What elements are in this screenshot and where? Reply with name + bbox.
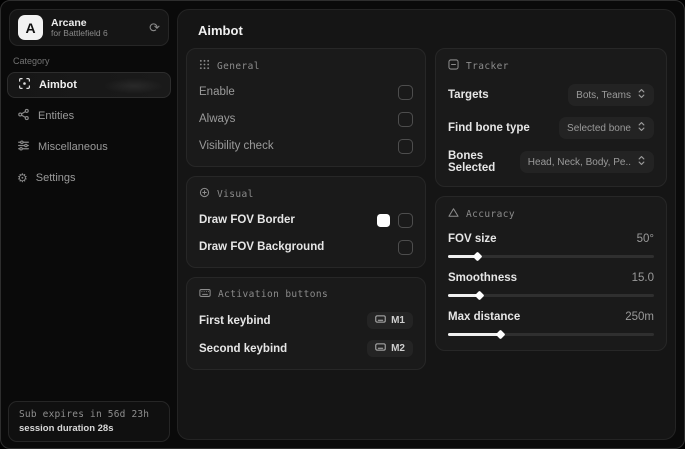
always-checkbox[interactable] — [398, 111, 413, 127]
bones-selected-select[interactable]: Head, Neck, Body, Pe.. — [519, 151, 654, 173]
setting-label: Visibility check — [199, 140, 274, 152]
slider-thumb[interactable] — [474, 290, 485, 301]
slider-value: 15.0 — [631, 272, 654, 284]
tracker-card: Tracker Targets Bots, Teams Find bone ty… — [435, 48, 667, 187]
setting-row: Enable — [199, 84, 413, 100]
setting-row: FOV size 50° — [448, 233, 654, 262]
sliders-icon — [17, 139, 30, 155]
second-keybind-button[interactable]: M2 — [367, 340, 413, 357]
slider-value: 250m — [625, 311, 654, 323]
keyboard-icon — [199, 288, 211, 301]
sidebar-item-settings[interactable]: ⚙ Settings — [7, 165, 171, 191]
setting-row: Second keybind M2 — [199, 340, 413, 357]
brand-logo: A — [18, 15, 43, 40]
brand-card: A Arcane for Battlefield 6 ⟳ — [9, 9, 169, 46]
page-title: Aimbot — [198, 23, 243, 38]
select-value: Bots, Teams — [576, 89, 631, 101]
slider-thumb[interactable] — [472, 251, 483, 262]
setting-row: Find bone type Selected bone — [448, 117, 654, 139]
setting-label: Targets — [448, 89, 489, 101]
setting-label: Smoothness — [448, 272, 518, 284]
session-duration-text: session duration 28s — [19, 423, 114, 434]
brand-name: Arcane — [51, 16, 87, 29]
max-distance-slider[interactable] — [448, 329, 654, 340]
card-title: Visual — [217, 188, 254, 200]
setting-row: Targets Bots, Teams — [448, 84, 654, 106]
fov-size-slider[interactable] — [448, 251, 654, 262]
draw-fov-background-checkbox[interactable] — [398, 239, 413, 255]
chevron-up-down-icon — [637, 88, 646, 102]
brand-subtitle: for Battlefield 6 — [51, 27, 108, 38]
chevron-up-down-icon — [637, 121, 646, 135]
setting-row: Draw FOV Background — [199, 239, 413, 255]
setting-label: First keybind — [199, 314, 271, 327]
draw-fov-border-checkbox[interactable] — [398, 212, 413, 228]
setting-row: Bones Selected Head, Neck, Body, Pe.. — [448, 150, 654, 174]
entities-icon — [17, 108, 30, 124]
sidebar: A Arcane for Battlefield 6 ⟳ Category Ai… — [1, 1, 177, 448]
card-title: General — [217, 60, 260, 72]
find-bone-type-select[interactable]: Selected bone — [559, 117, 654, 139]
visual-icon — [199, 187, 210, 201]
setting-label: Enable — [199, 86, 235, 98]
refresh-icon[interactable]: ⟳ — [149, 21, 160, 34]
subscription-card: Sub expires in 56d 23h session duration … — [8, 401, 170, 442]
general-card: General Enable Always Visibility check — [186, 48, 426, 167]
keyboard-icon — [375, 343, 386, 354]
card-title: Tracker — [466, 60, 509, 72]
category-label: Category — [13, 56, 50, 66]
sidebar-item-label: Aimbot — [39, 79, 77, 91]
select-value: Head, Neck, Body, Pe.. — [527, 156, 631, 168]
card-title: Activation buttons — [218, 289, 329, 300]
visibility-check-checkbox[interactable] — [398, 138, 413, 154]
sub-expiry-text: Sub expires in 56d 23h — [19, 409, 150, 420]
keybind-value: M2 — [391, 343, 405, 354]
card-title: Accuracy — [466, 208, 515, 220]
setting-label: Draw FOV Border — [199, 214, 295, 226]
setting-row: Max distance 250m — [448, 311, 654, 340]
slider-thumb[interactable] — [495, 329, 505, 340]
first-keybind-button[interactable]: M1 — [367, 312, 413, 329]
fov-border-color-swatch[interactable] — [377, 213, 390, 227]
sidebar-item-aimbot[interactable]: Aimbot — [7, 72, 171, 98]
crosshair-icon — [18, 77, 31, 93]
setting-label: Find bone type — [448, 122, 530, 134]
smoothness-slider[interactable] — [448, 290, 654, 301]
triangle-icon — [448, 207, 459, 221]
sidebar-item-miscellaneous[interactable]: Miscellaneous — [7, 134, 171, 160]
select-value: Selected bone — [567, 122, 631, 134]
keybind-value: M1 — [391, 315, 405, 326]
setting-row: First keybind M1 — [199, 312, 413, 329]
setting-row: Draw FOV Border — [199, 212, 413, 228]
setting-row: Always — [199, 111, 413, 127]
visual-card: Visual Draw FOV Border Draw FOV Backgrou… — [186, 176, 426, 268]
setting-row: Smoothness 15.0 — [448, 272, 654, 301]
arcane-window: A Arcane for Battlefield 6 ⟳ Category Ai… — [0, 0, 685, 449]
targets-select[interactable]: Bots, Teams — [568, 84, 654, 106]
setting-label: Max distance — [448, 311, 521, 323]
setting-label: Second keybind — [199, 342, 288, 355]
setting-label: Always — [199, 113, 236, 125]
sidebar-item-label: Entities — [38, 110, 75, 122]
setting-label: FOV size — [448, 233, 497, 245]
enable-checkbox[interactable] — [398, 84, 413, 100]
slider-value: 50° — [636, 233, 654, 245]
gear-icon: ⚙ — [17, 171, 28, 185]
setting-row: Visibility check — [199, 138, 413, 154]
main-panel: Aimbot General Enable Always Visibility … — [177, 9, 676, 440]
sidebar-item-entities[interactable]: Entities — [7, 103, 171, 129]
setting-label: Bones Selected — [448, 150, 496, 174]
chevron-up-down-icon — [637, 155, 646, 169]
minus-square-icon — [448, 59, 459, 73]
sidebar-item-label: Settings — [35, 172, 76, 184]
activation-buttons-card: Activation buttons First keybind M1 Seco… — [186, 277, 426, 370]
grid-icon — [199, 59, 210, 73]
keyboard-icon — [375, 315, 386, 326]
setting-label: Draw FOV Background — [199, 241, 325, 253]
sidebar-item-label: Miscellaneous — [38, 141, 108, 153]
accuracy-card: Accuracy FOV size 50° Smoothness 15.0 Ma… — [435, 196, 667, 351]
